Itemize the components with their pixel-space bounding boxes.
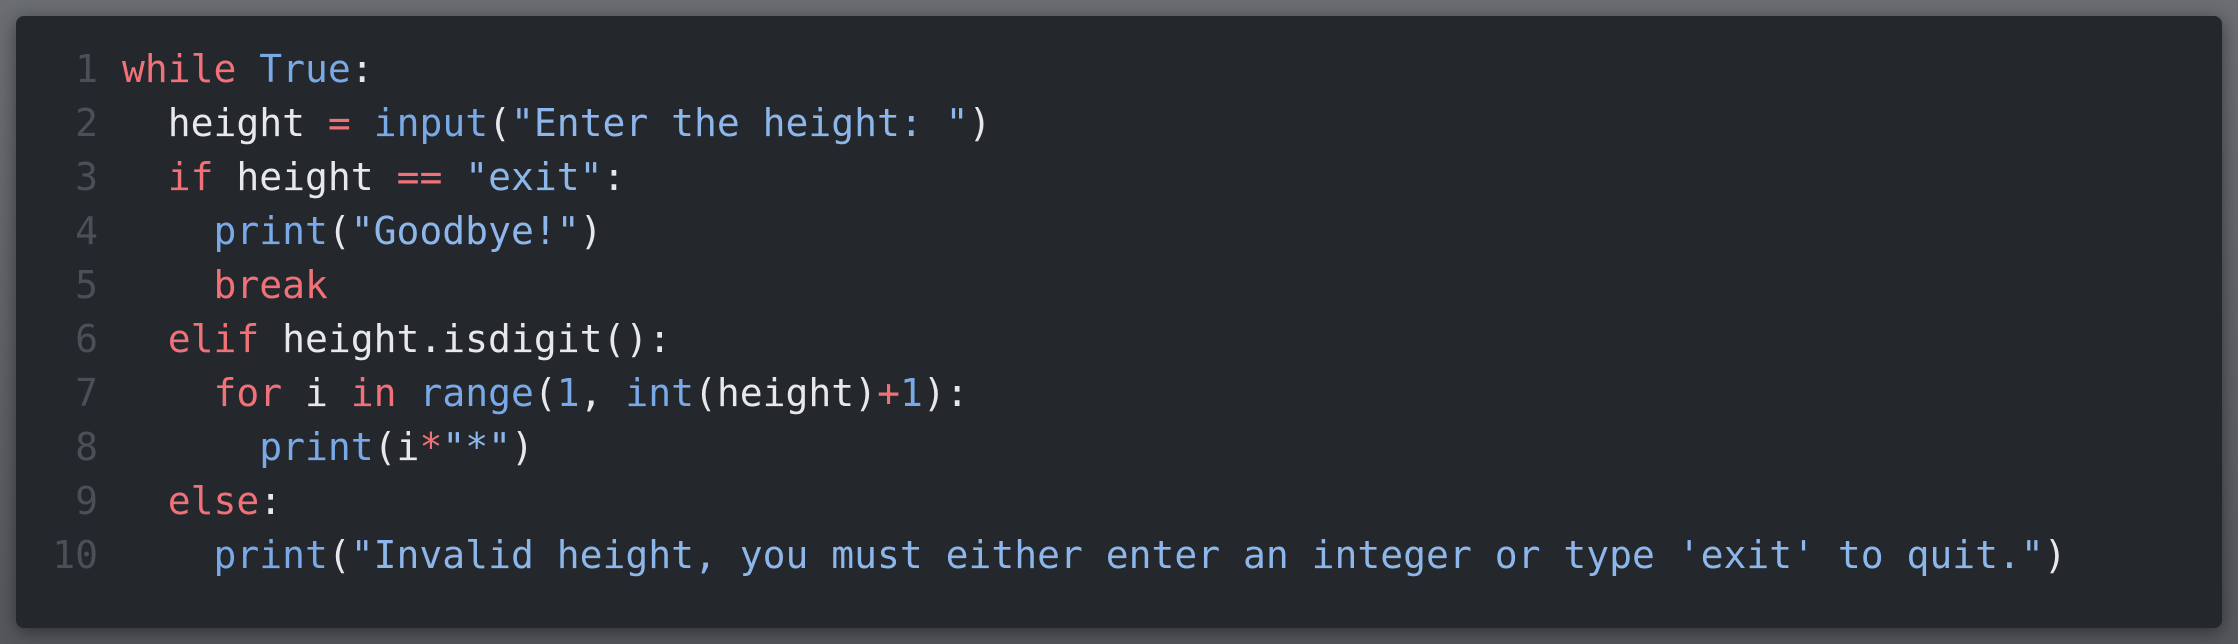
line-number: 10 xyxy=(52,533,98,577)
code-text[interactable]: height = input("Enter the height: ") xyxy=(122,96,992,150)
code-token: "Goodbye!" xyxy=(350,209,580,253)
code-token: input xyxy=(373,101,489,145)
code-token: ) xyxy=(2043,533,2067,577)
code-token: height xyxy=(213,155,397,199)
code-text[interactable]: while True: xyxy=(122,42,374,96)
line-number: 6 xyxy=(75,317,98,361)
line-number: 4 xyxy=(75,209,98,253)
code-line[interactable]: 7 for i in range(1, int(height)+1): xyxy=(16,366,2222,420)
code-line[interactable]: 9 else: xyxy=(16,474,2222,528)
code-token: int xyxy=(625,371,695,415)
code-text[interactable]: print(i*"*") xyxy=(122,420,534,474)
code-token: , xyxy=(579,371,626,415)
code-token: = xyxy=(327,101,351,145)
line-number: 3 xyxy=(75,155,98,199)
code-token: == xyxy=(396,155,443,199)
code-token: break xyxy=(213,263,328,307)
code-text[interactable]: break xyxy=(122,258,328,312)
code-text[interactable]: print("Invalid height, you must either e… xyxy=(122,528,2067,582)
code-token: "Enter the height: " xyxy=(510,101,969,145)
code-token: * xyxy=(419,425,443,469)
code-text[interactable]: print("Goodbye!") xyxy=(122,204,603,258)
code-token: print xyxy=(213,209,328,253)
code-token: "exit" xyxy=(465,155,603,199)
code-line[interactable]: 3 if height == "exit": xyxy=(16,150,2222,204)
code-token: (height) xyxy=(694,371,878,415)
code-body[interactable]: 1 while True: 2 height = input("Enter the … xyxy=(16,42,2222,582)
code-token: print xyxy=(259,425,374,469)
code-text[interactable]: if height == "exit": xyxy=(122,150,626,204)
code-token: else xyxy=(167,479,260,523)
code-token: i xyxy=(282,371,351,415)
code-line[interactable]: 4 print("Goodbye!") xyxy=(16,204,2222,258)
code-token: print xyxy=(213,533,328,577)
code-token: ) xyxy=(968,101,992,145)
code-token: + xyxy=(877,371,900,415)
code-line[interactable]: 5 break xyxy=(16,258,2222,312)
code-editor[interactable]: 1 while True: 2 height = input("Enter the … xyxy=(16,16,2222,628)
code-token: : xyxy=(259,479,283,523)
code-token: 1 xyxy=(899,371,923,415)
code-token: "Invalid height, you must either enter a… xyxy=(350,533,2044,577)
code-token: (i xyxy=(373,425,420,469)
code-line[interactable]: 10 print("Invalid height, you must eithe… xyxy=(16,528,2222,582)
code-token: while xyxy=(122,47,237,91)
line-number: 8 xyxy=(75,425,98,469)
code-token: height.isdigit(): xyxy=(259,317,672,361)
code-token: "*" xyxy=(442,425,511,469)
line-number: 7 xyxy=(75,371,98,415)
code-token: for xyxy=(213,371,283,415)
code-token: elif xyxy=(167,317,260,361)
code-token: : xyxy=(350,47,374,91)
code-token: True xyxy=(259,47,351,91)
code-token: ) xyxy=(510,425,534,469)
code-token: in xyxy=(350,371,397,415)
code-token: ( xyxy=(533,371,557,415)
code-token: height xyxy=(167,101,328,145)
code-token: ( xyxy=(327,209,351,253)
line-number: 5 xyxy=(75,263,98,307)
code-token: ): xyxy=(922,371,969,415)
code-text[interactable]: elif height.isdigit(): xyxy=(122,312,671,366)
code-line[interactable]: 6 elif height.isdigit(): xyxy=(16,312,2222,366)
code-line[interactable]: 1 while True: xyxy=(16,42,2222,96)
code-token: ) xyxy=(579,209,603,253)
code-token: 1 xyxy=(556,371,580,415)
code-token: : xyxy=(602,155,626,199)
line-number: 9 xyxy=(75,479,98,523)
code-line[interactable]: 8 print(i*"*") xyxy=(16,420,2222,474)
line-number: 2 xyxy=(75,101,98,145)
code-token: range xyxy=(419,371,534,415)
line-number: 1 xyxy=(75,47,98,91)
code-line[interactable]: 2 height = input("Enter the height: ") xyxy=(16,96,2222,150)
code-text[interactable]: else: xyxy=(122,474,282,528)
code-token: ( xyxy=(327,533,351,577)
code-token: ( xyxy=(488,101,511,145)
code-text[interactable]: for i in range(1, int(height)+1): xyxy=(122,366,969,420)
code-token: if xyxy=(167,155,214,199)
